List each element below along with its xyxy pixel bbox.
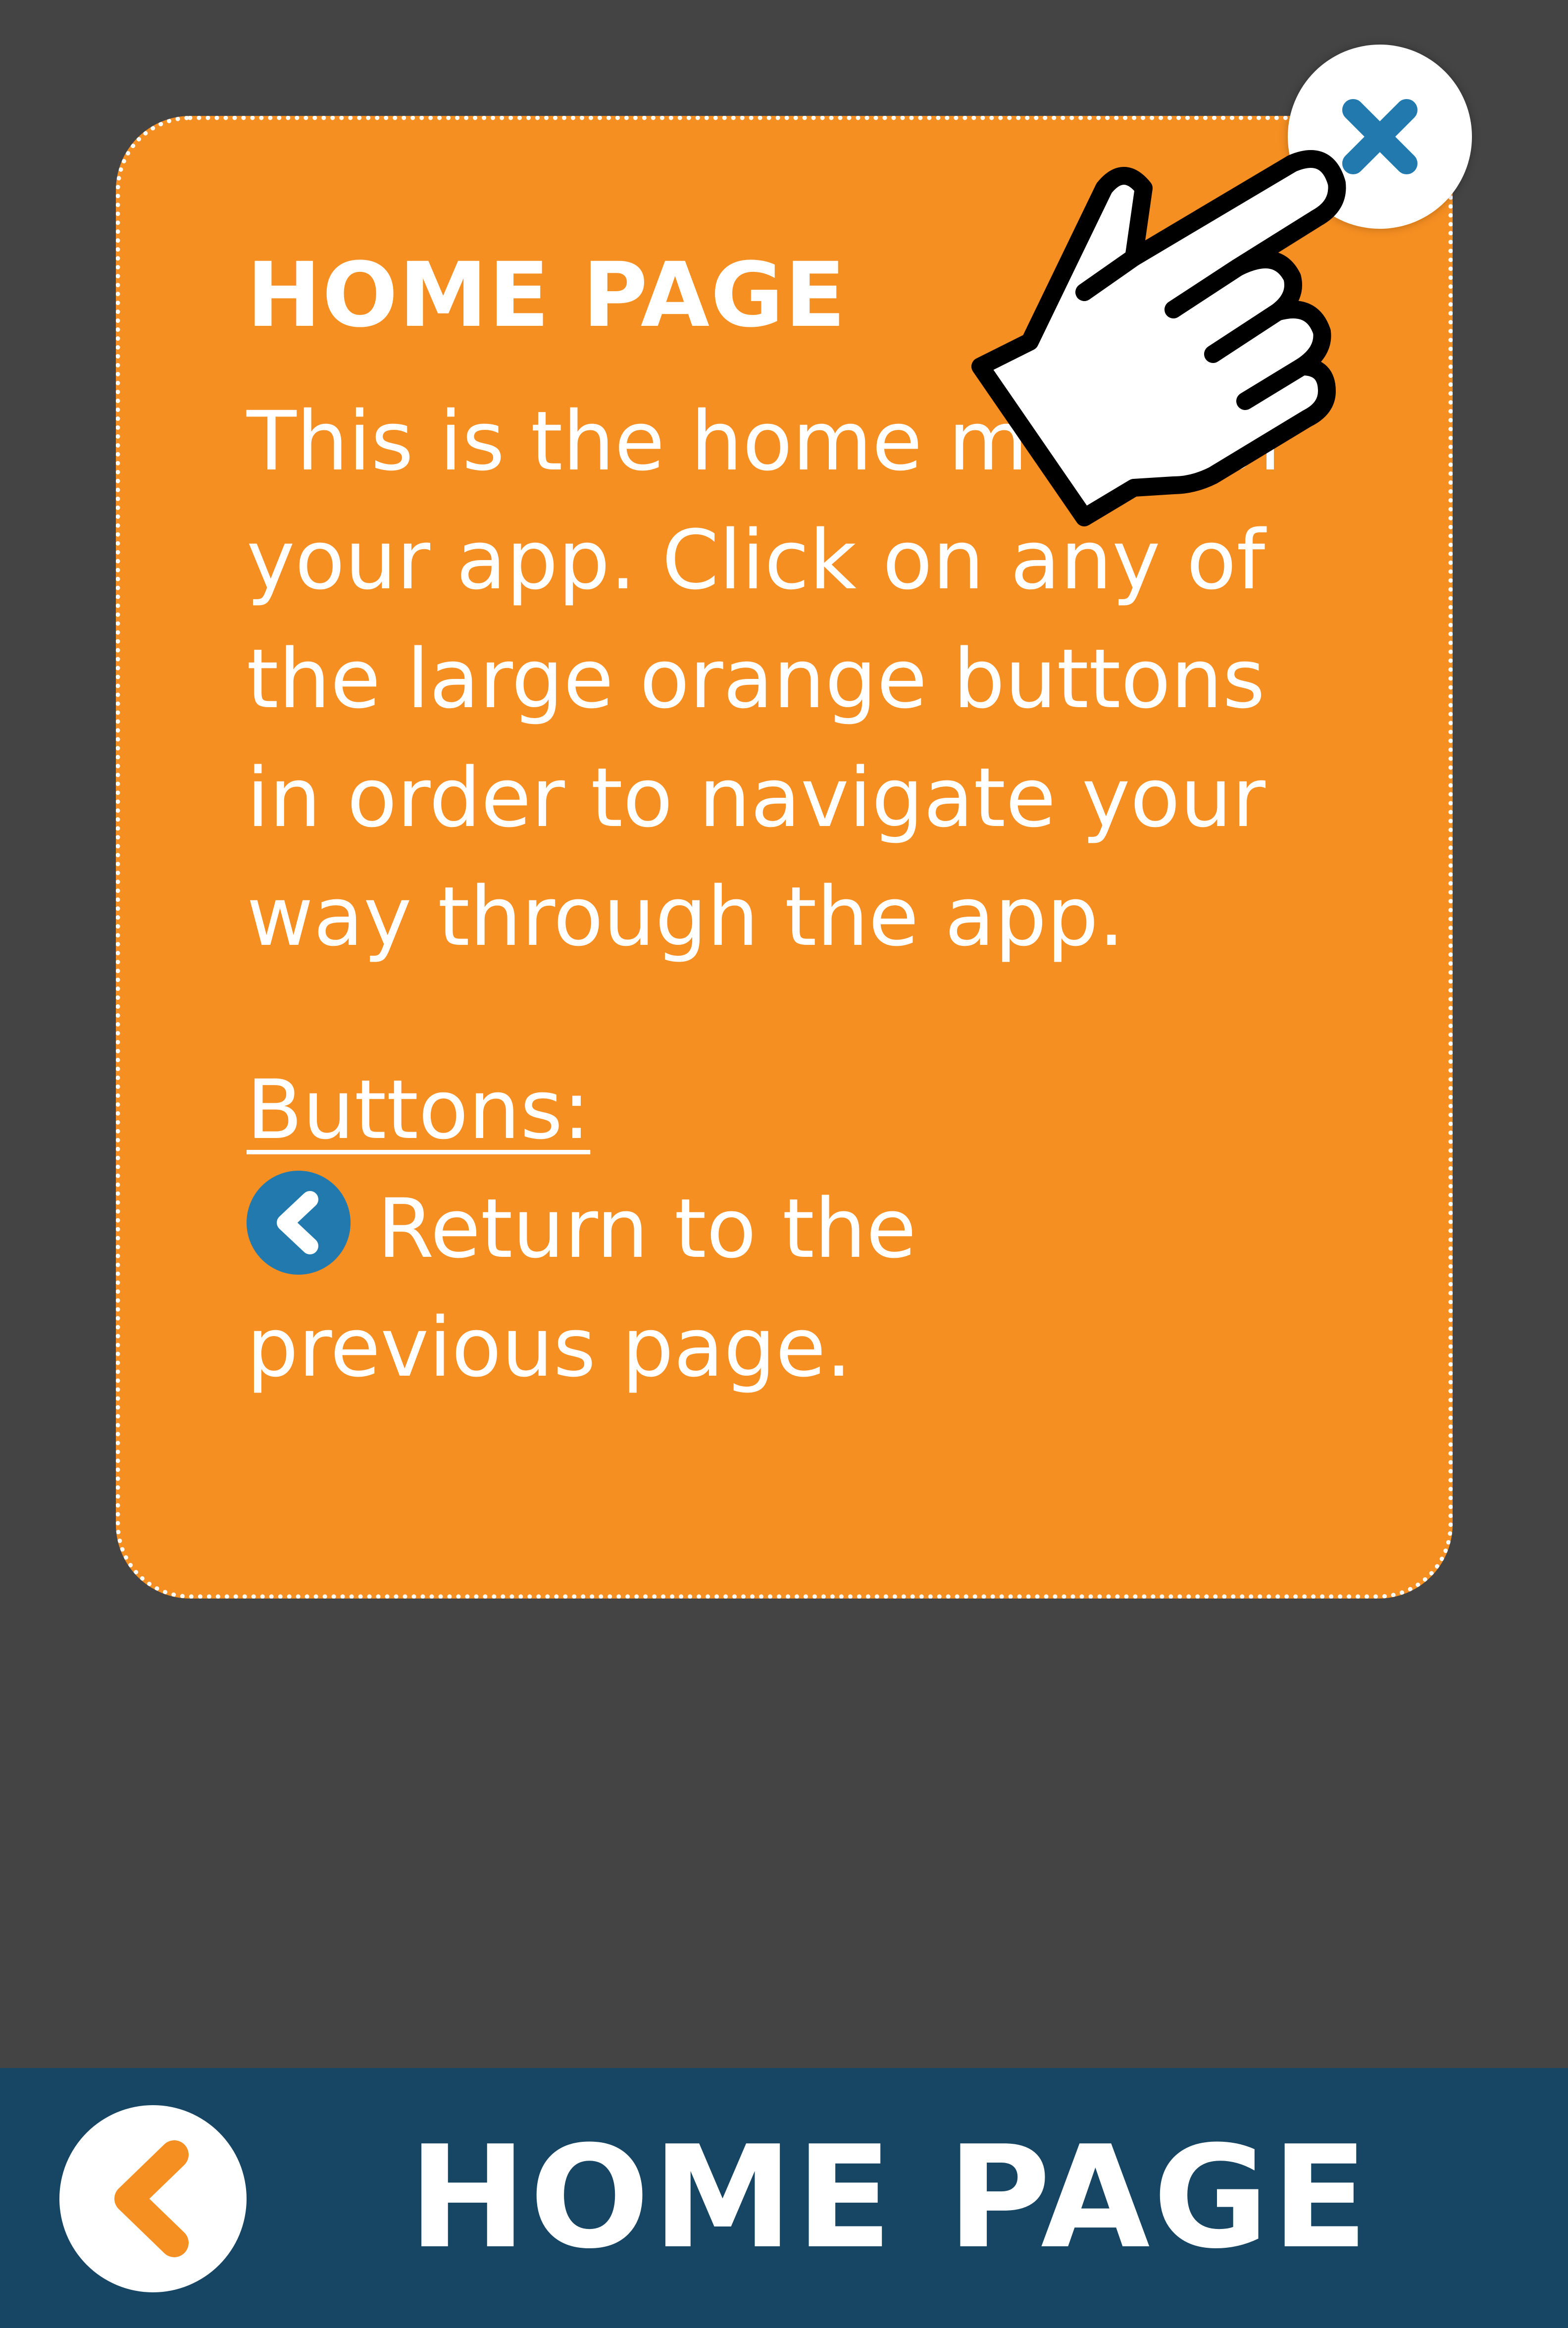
back-arrow-icon [247, 1171, 351, 1275]
header-bar: HOME PAGE [0, 2068, 1568, 2328]
back-button-legend: Return to the previous page. [247, 1169, 1286, 1407]
buttons-heading: Buttons: [247, 1062, 591, 1157]
chevron-left-icon [114, 2140, 189, 2257]
help-content: HOME PAGE This is the home menu of your … [247, 251, 1375, 1407]
page-title: HOME PAGE [408, 2116, 1371, 2280]
help-title: HOME PAGE [247, 244, 847, 347]
close-popup-button[interactable] [1288, 45, 1472, 229]
help-description: This is the home menu of your app. Click… [247, 394, 1287, 964]
back-button[interactable] [59, 2105, 247, 2292]
help-popup: HOME PAGE This is the home menu of your … [116, 116, 1453, 1599]
close-icon [1342, 99, 1417, 174]
